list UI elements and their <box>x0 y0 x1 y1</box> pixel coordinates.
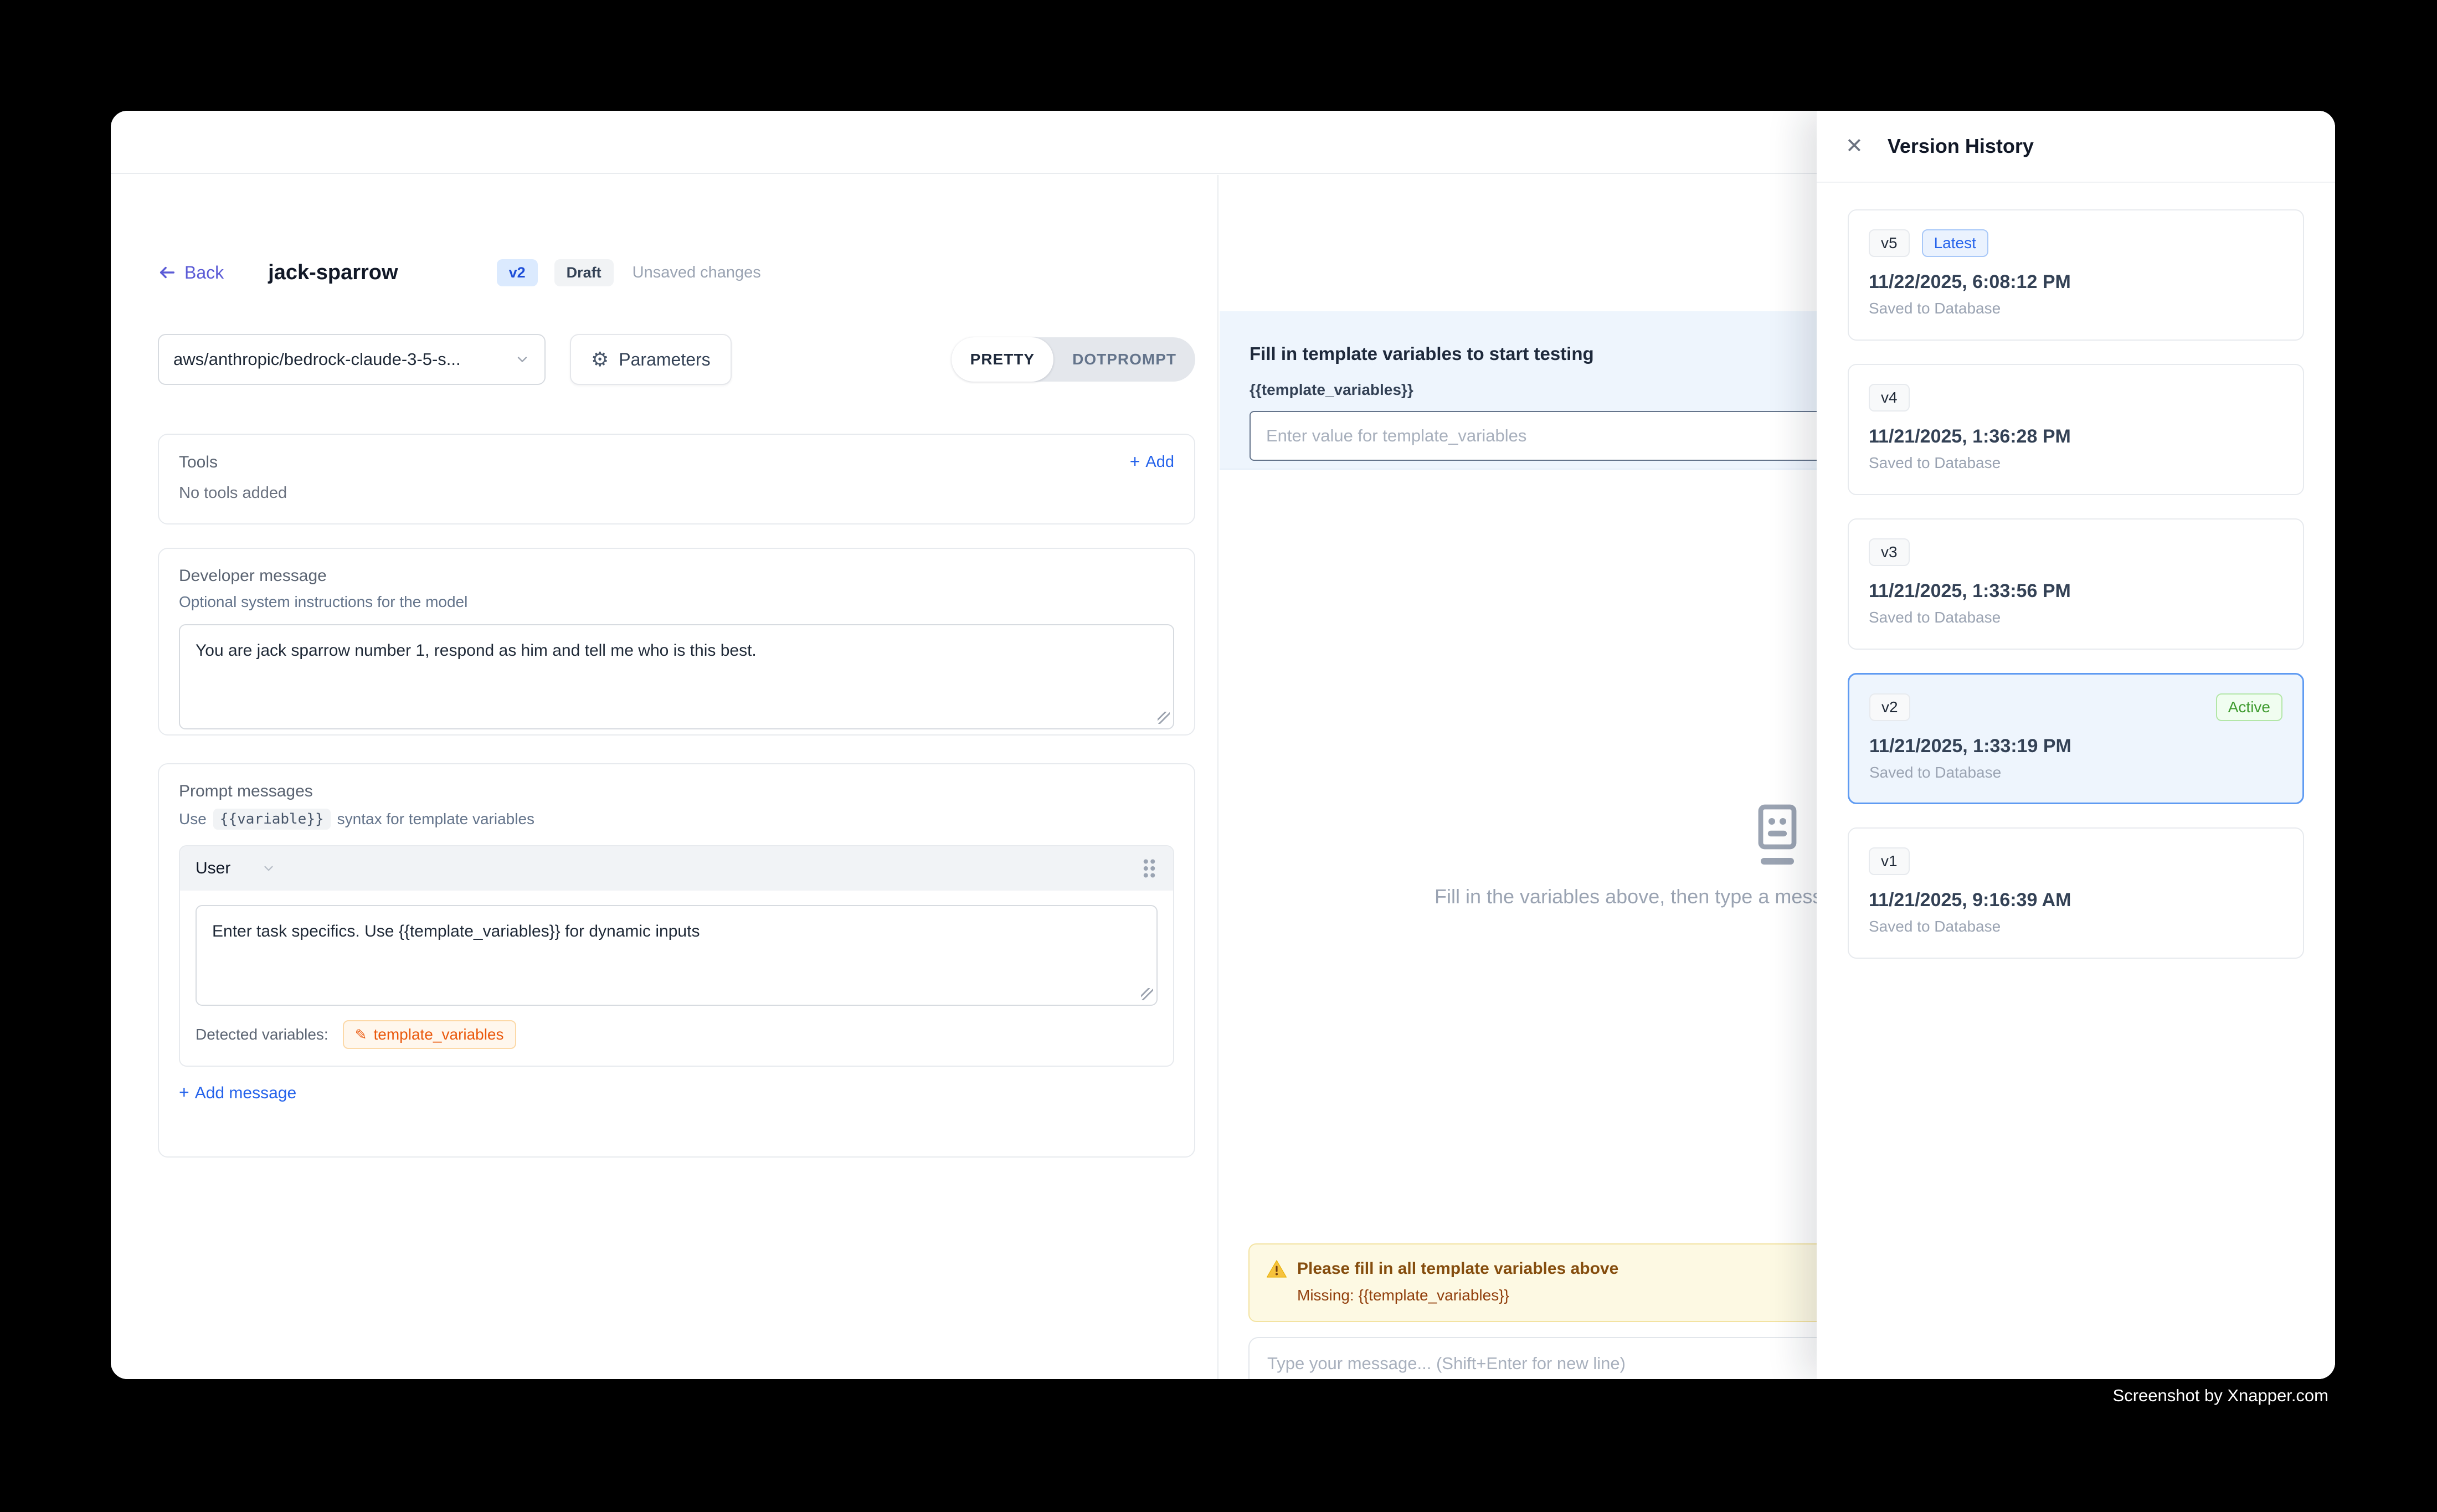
status-badge: Draft <box>554 259 614 286</box>
version-timestamp: 11/21/2025, 1:36:28 PM <box>1869 426 2283 448</box>
chevron-down-icon <box>261 861 276 876</box>
version-item-v2[interactable]: v2 Active 11/21/2025, 1:33:19 PM Saved t… <box>1848 673 2304 804</box>
tools-empty-text: No tools added <box>179 484 1174 502</box>
tools-card: Tools Add No tools added <box>158 434 1195 524</box>
unsaved-changes-text: Unsaved changes <box>633 264 761 282</box>
role-select-value: User <box>196 859 230 878</box>
back-button[interactable]: Back <box>158 263 224 283</box>
model-select-value: aws/anthropic/bedrock-claude-3-5-s... <box>173 349 461 369</box>
drag-handle-icon[interactable] <box>1141 857 1158 880</box>
tools-title: Tools <box>179 453 218 472</box>
version-timestamp: 11/22/2025, 6:08:12 PM <box>1869 271 2283 293</box>
watermark-text: Screenshot by Xnapper.com <box>2113 1386 2328 1406</box>
gear-icon: ⚙ <box>591 349 609 369</box>
detected-variable-name: template_variables <box>373 1026 503 1043</box>
parameters-label: Parameters <box>619 349 710 370</box>
version-list: v5 Latest 11/22/2025, 6:08:12 PM Saved to… <box>1848 209 2304 982</box>
version-chip: v4 <box>1869 384 1910 412</box>
warning-title: Please fill in all template variables ab… <box>1297 1259 1618 1278</box>
add-tool-label: Add <box>1145 453 1174 471</box>
developer-message-input[interactable]: You are jack sparrow number 1, respond a… <box>179 624 1174 729</box>
toggle-pretty[interactable]: PRETTY <box>952 337 1053 382</box>
version-item-v1[interactable]: v1 11/21/2025, 9:16:39 AM Saved to Datab… <box>1848 827 2304 959</box>
version-badge: v2 <box>497 259 538 286</box>
version-timestamp: 11/21/2025, 1:33:19 PM <box>1869 736 2282 757</box>
version-item-v4[interactable]: v4 11/21/2025, 1:36:28 PM Saved to Datab… <box>1848 364 2304 495</box>
latest-badge: Latest <box>1922 229 1988 257</box>
arrow-left-icon <box>158 263 177 282</box>
version-history-title: Version History <box>1888 135 2034 158</box>
close-icon[interactable]: ✕ <box>1845 136 1863 157</box>
bot-icon <box>1749 800 1806 875</box>
pencil-icon: ✎ <box>355 1027 367 1042</box>
version-timestamp: 11/21/2025, 1:33:56 PM <box>1869 580 2283 602</box>
version-storage: Saved to Database <box>1869 454 2283 472</box>
plus-icon <box>1130 452 1140 472</box>
add-message-button[interactable]: Add message <box>179 1083 1174 1103</box>
version-chip: v1 <box>1869 847 1910 875</box>
message-content-input[interactable]: Enter task specifics. Use {{template_var… <box>196 905 1158 1006</box>
version-chip: v2 <box>1869 693 1910 721</box>
version-storage: Saved to Database <box>1869 609 2283 626</box>
version-timestamp: 11/21/2025, 9:16:39 AM <box>1869 889 2283 911</box>
page-title: jack-sparrow <box>268 261 398 285</box>
version-storage: Saved to Database <box>1869 918 2283 935</box>
message-role-row: User <box>180 846 1173 891</box>
developer-message-title: Developer message <box>179 567 1174 585</box>
model-toolbar: aws/anthropic/bedrock-claude-3-5-s... ⚙ … <box>158 334 1195 385</box>
app-window: Back jack-sparrow v2 Draft Unsaved chang… <box>111 111 2335 1379</box>
toggle-dotprompt[interactable]: DOTPROMPT <box>1053 337 1195 382</box>
format-toggle: PRETTY DOTPROMPT <box>952 337 1195 382</box>
version-item-v5[interactable]: v5 Latest 11/22/2025, 6:08:12 PM Saved to… <box>1848 209 2304 341</box>
developer-message-subtitle: Optional system instructions for the mod… <box>179 593 1174 611</box>
version-chip: v3 <box>1869 538 1910 566</box>
version-item-v3[interactable]: v3 11/21/2025, 1:33:56 PM Saved to Datab… <box>1848 518 2304 650</box>
prompt-editor-pane: Back jack-sparrow v2 Draft Unsaved chang… <box>111 175 1218 1379</box>
detected-variables-label: Detected variables: <box>196 1026 328 1043</box>
version-history-header: ✕ Version History <box>1817 111 2335 183</box>
version-storage: Saved to Database <box>1869 300 2283 317</box>
add-tool-button[interactable]: Add <box>1130 452 1174 472</box>
model-select[interactable]: aws/anthropic/bedrock-claude-3-5-s... <box>158 334 546 385</box>
version-storage: Saved to Database <box>1869 764 2282 781</box>
prompt-messages-title: Prompt messages <box>179 782 1174 801</box>
add-message-label: Add message <box>195 1084 296 1103</box>
back-label: Back <box>184 263 224 283</box>
prompt-title-row: Back jack-sparrow v2 Draft Unsaved chang… <box>158 256 761 289</box>
use-prefix: Use <box>179 810 207 828</box>
plus-icon <box>179 1083 189 1103</box>
role-select[interactable]: User <box>196 859 276 878</box>
active-badge: Active <box>2216 693 2282 721</box>
message-block: User Enter task specifics. Use {{templat… <box>179 845 1174 1067</box>
variable-syntax-chip: {{variable}} <box>213 809 331 830</box>
detected-variable-chip[interactable]: ✎ template_variables <box>343 1020 516 1049</box>
developer-message-card: Developer message Optional system instru… <box>158 548 1195 736</box>
chevron-down-icon <box>515 352 530 367</box>
empty-state-text: Fill in the variables above, then type a… <box>1435 885 1855 908</box>
warning-icon <box>1266 1259 1287 1279</box>
use-suffix: syntax for template variables <box>337 810 534 828</box>
version-history-panel: ✕ Version History v5 Latest 11/22/2025, 6… <box>1817 111 2335 1379</box>
version-chip: v5 <box>1869 229 1910 257</box>
prompt-messages-card: Prompt messages Use {{variable}} syntax … <box>158 763 1195 1158</box>
parameters-button[interactable]: ⚙ Parameters <box>570 334 732 385</box>
